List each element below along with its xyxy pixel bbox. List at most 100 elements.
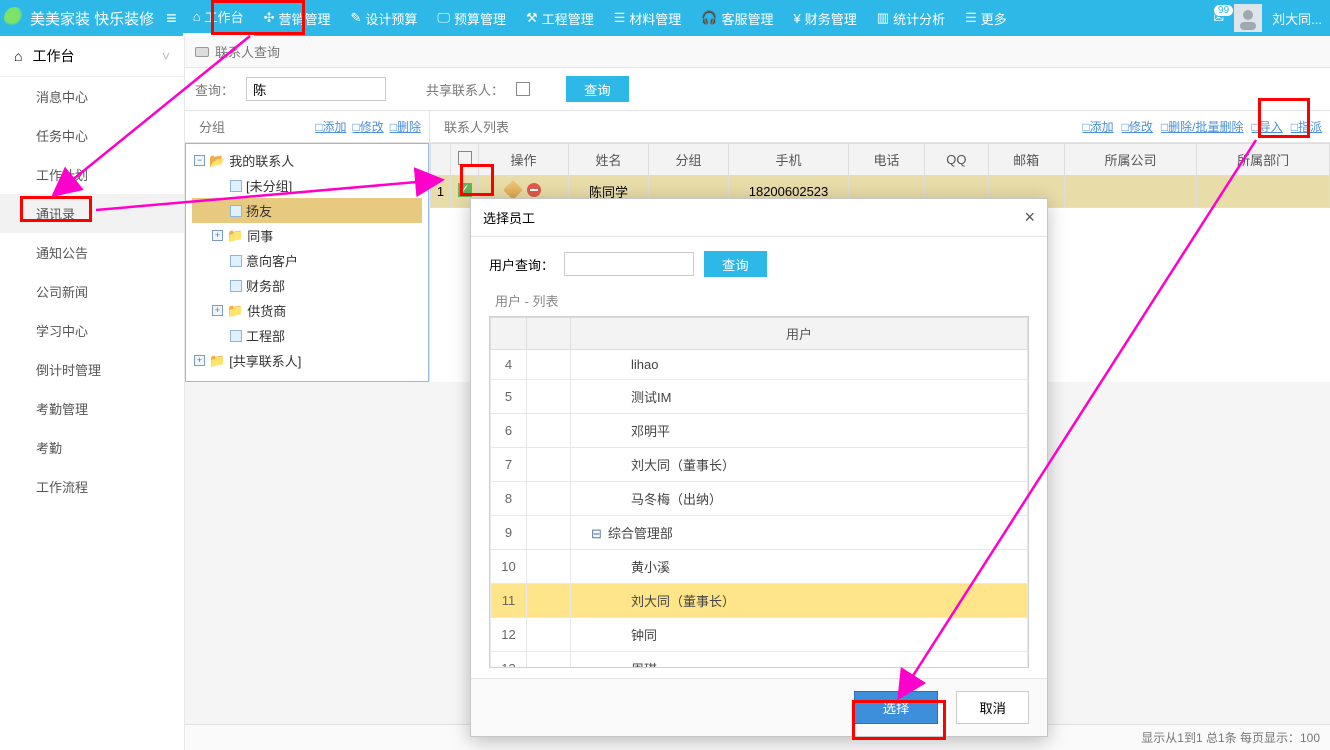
tree-item[interactable]: +📁同事 (192, 223, 422, 248)
tree-item[interactable]: 工程部 (192, 323, 422, 348)
username-label[interactable]: 刘大同... (1272, 9, 1322, 28)
nav-icon: ✣ (264, 10, 275, 26)
modal-search-input[interactable] (564, 252, 694, 276)
main-nav: ⌂工作台✣营销管理✎设计预算🖵预算管理⚒工程管理☰材料管理🎧客服管理¥财务管理▥… (183, 0, 1017, 36)
tree-item[interactable]: +📁供货商 (192, 298, 422, 323)
user-row[interactable]: 12 钟同 (491, 618, 1028, 652)
user-row[interactable]: 5 测试IM (491, 380, 1028, 414)
list-link[interactable]: □添加 (1082, 118, 1113, 135)
panel-title: 联系人查询 (215, 42, 280, 61)
tree-item[interactable]: 扬友 (192, 198, 422, 223)
cell-company (1064, 176, 1197, 208)
user-idx: 7 (491, 448, 527, 482)
user-name: ⊟综合管理部 (571, 516, 1028, 550)
row-checkbox[interactable] (458, 183, 472, 197)
nav-icon: ✎ (350, 10, 361, 26)
nav-4[interactable]: ⚒工程管理 (516, 0, 604, 36)
user-row[interactable]: 13周琪 (491, 652, 1028, 669)
share-checkbox[interactable] (516, 82, 530, 96)
user-row[interactable]: 7刘大同（董事长） (491, 448, 1028, 482)
user-row[interactable]: 8马冬梅（出纳） (491, 482, 1028, 516)
group-link[interactable]: □修改 (353, 118, 384, 135)
group-link[interactable]: □删除 (390, 118, 421, 135)
search-button[interactable]: 查询 (566, 76, 629, 102)
modal-ok-button[interactable]: 选择 (854, 691, 939, 724)
modal-list-title: 用户 - 列表 (495, 291, 559, 310)
row-index: 1 (431, 176, 451, 208)
sidebar-item-2[interactable]: 工作计划 (0, 155, 184, 194)
list-link[interactable]: □指派 (1291, 118, 1322, 135)
sidebar-item-9[interactable]: 考勤 (0, 428, 184, 467)
sidebar-item-1[interactable]: 任务中心 (0, 116, 184, 155)
sidebar-item-10[interactable]: 工作流程 (0, 467, 184, 506)
sidebar-item-0[interactable]: 消息中心 (0, 77, 184, 116)
group-panel: 分组 □添加□修改□删除 −📂我的联系人 [未分组] 扬友 +📁同事 意向客户 … (185, 111, 430, 382)
nav-icon: ▥ (877, 10, 889, 26)
list-link[interactable]: □导入 (1252, 118, 1283, 135)
mail-badge: 99 (1213, 4, 1234, 17)
select-all-checkbox[interactable] (458, 151, 472, 165)
user-row[interactable]: 6邓明平 (491, 414, 1028, 448)
sidebar-item-8[interactable]: 考勤管理 (0, 389, 184, 428)
nav-label: 工程管理 (542, 9, 594, 28)
col-1 (451, 144, 479, 176)
user-idx: 12 (491, 618, 527, 652)
col-5: 手机 (729, 144, 849, 176)
user-row[interactable]: 11刘大同（董事长） (491, 584, 1028, 618)
sidebar-item-5[interactable]: 公司新闻 (0, 272, 184, 311)
modal-title: 选择员工 (483, 208, 535, 227)
group-tree: −📂我的联系人 [未分组] 扬友 +📁同事 意向客户 财务部 +📁供货商 工程部… (185, 143, 429, 382)
nav-label: 更多 (981, 9, 1007, 28)
modal-search-button[interactable]: 查询 (704, 251, 767, 277)
delete-icon[interactable] (527, 183, 541, 197)
modal-cancel-button[interactable]: 取消 (956, 691, 1029, 724)
tree-item[interactable]: [未分组] (192, 173, 422, 198)
close-icon[interactable]: × (1024, 207, 1035, 228)
user-idx: 13 (491, 652, 527, 669)
sidebar-item-3[interactable]: 通讯录 (0, 194, 184, 233)
nav-3[interactable]: 🖵预算管理 (427, 0, 516, 36)
user-row[interactable]: 9 ⊟综合管理部 (491, 516, 1028, 550)
sidebar-item-6[interactable]: 学习中心 (0, 311, 184, 350)
tree-shared[interactable]: +📁[共享联系人] (192, 348, 422, 373)
nav-7[interactable]: ¥财务管理 (784, 0, 867, 36)
list-link[interactable]: □删除/批量删除 (1161, 118, 1244, 135)
nav-2[interactable]: ✎设计预算 (340, 0, 427, 36)
nav-6[interactable]: 🎧客服管理 (691, 0, 783, 36)
share-label: 共享联系人： (426, 80, 504, 99)
sidebar-head[interactable]: ⌂ 工作台 ˅ (0, 36, 184, 77)
user-name: 测试IM (571, 380, 1028, 414)
user-name: 刘大同（董事长） (571, 584, 1028, 618)
tree-item[interactable]: 财务部 (192, 273, 422, 298)
search-input[interactable] (246, 77, 386, 101)
tree-item[interactable]: 意向客户 (192, 248, 422, 273)
nav-8[interactable]: ▥统计分析 (867, 0, 955, 36)
nav-0[interactable]: ⌂工作台 (183, 0, 254, 36)
nav-icon: 🎧 (701, 10, 717, 26)
user-idx: 5 (491, 380, 527, 414)
list-link[interactable]: □修改 (1122, 118, 1153, 135)
nav-9[interactable]: ☰更多 (955, 0, 1017, 36)
col-7: QQ (925, 144, 989, 176)
mail-icon[interactable]: ✉99 (1213, 10, 1224, 26)
avatar[interactable] (1234, 4, 1262, 32)
col-0 (431, 144, 451, 176)
user-row[interactable]: 4lihao (491, 350, 1028, 380)
user-name: 钟同 (571, 618, 1028, 652)
sidebar-item-4[interactable]: 通知公告 (0, 233, 184, 272)
user-table: 用户 4lihao5测试IM6邓明平7刘大同（董事长）8马冬梅（出纳）9⊟综合管… (490, 317, 1028, 668)
group-link[interactable]: □添加 (315, 118, 346, 135)
nav-5[interactable]: ☰材料管理 (604, 0, 692, 36)
edit-icon[interactable] (503, 180, 523, 200)
user-row[interactable]: 10黄小溪 (491, 550, 1028, 584)
tree-root[interactable]: −📂我的联系人 (192, 148, 422, 173)
hamburger-icon[interactable]: ≡ (160, 8, 183, 29)
nav-label: 材料管理 (629, 9, 681, 28)
col-6: 电话 (849, 144, 925, 176)
nav-1[interactable]: ✣营销管理 (254, 0, 341, 36)
col-4: 分组 (649, 144, 729, 176)
col-2: 操作 (479, 144, 569, 176)
sidebar-item-7[interactable]: 倒计时管理 (0, 350, 184, 389)
user-idx: 9 (491, 516, 527, 550)
chevron-down-icon: ˅ (162, 48, 170, 64)
